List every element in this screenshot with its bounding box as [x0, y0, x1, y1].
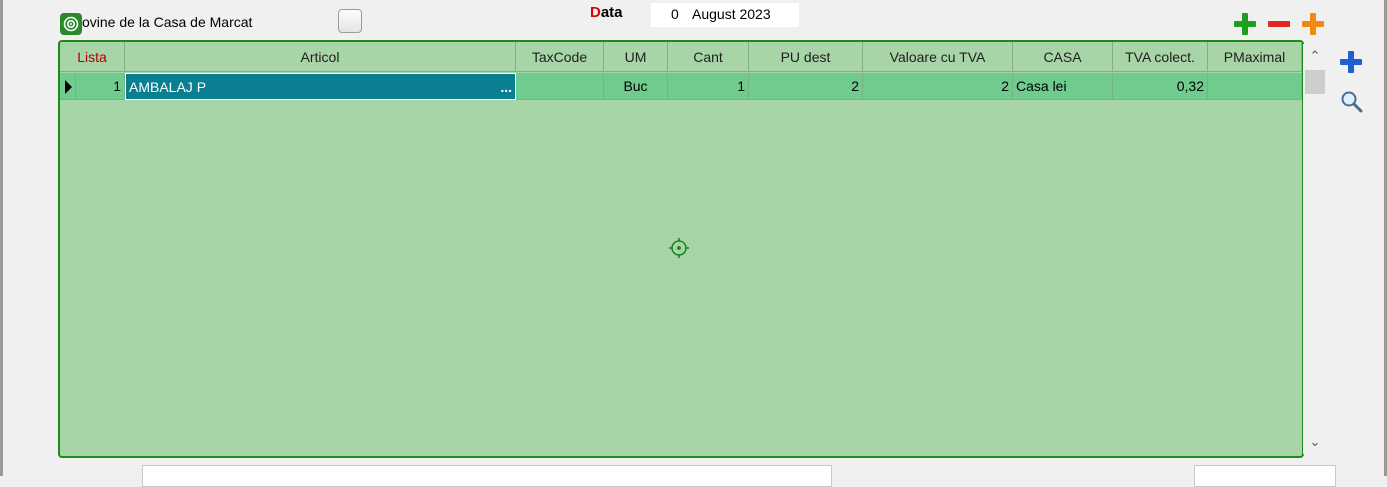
col-um[interactable]: UM: [604, 42, 668, 72]
grid-scrollbar[interactable]: ⌃ ⌄: [1303, 44, 1327, 454]
col-casa[interactable]: CASA: [1013, 42, 1113, 72]
col-taxcode[interactable]: TaxCode: [516, 42, 604, 72]
scroll-thumb[interactable]: [1305, 70, 1325, 94]
articol-lookup-button[interactable]: ...: [500, 74, 512, 99]
casa-marcat-label: Provine de la Casa de Marcat: [68, 14, 253, 30]
cell-lista[interactable]: 1: [76, 73, 125, 100]
cell-casa[interactable]: Casa lei: [1013, 73, 1113, 100]
casa-marcat-checkbox[interactable]: [338, 9, 362, 33]
total-field[interactable]: [1194, 465, 1336, 487]
cell-articol[interactable]: AMBALAJ P ...: [125, 73, 516, 100]
add-row-icon[interactable]: [1234, 13, 1256, 35]
col-tva-colect[interactable]: TVA colect.: [1113, 42, 1208, 72]
cell-articol-text: AMBALAJ P: [129, 79, 207, 95]
scroll-down-icon[interactable]: ⌄: [1303, 430, 1327, 454]
row-indicator-icon: [60, 73, 76, 100]
cell-taxcode[interactable]: [516, 73, 604, 100]
insert-row-icon[interactable]: [1302, 13, 1324, 35]
cell-pu-dest[interactable]: 2: [749, 73, 863, 100]
col-lista[interactable]: Lista: [60, 42, 125, 72]
remove-row-icon[interactable]: [1268, 13, 1290, 35]
cell-um[interactable]: Buc: [604, 73, 668, 100]
table-row[interactable]: 1 AMBALAJ P ... Buc 1 2 2 Casa lei 0,32: [60, 73, 1302, 100]
cell-cant[interactable]: 1: [668, 73, 749, 100]
magnifier-icon[interactable]: [1340, 90, 1364, 114]
col-articol[interactable]: Articol: [125, 42, 516, 72]
col-valoare[interactable]: Valoare cu TVA: [863, 42, 1013, 72]
col-pmaximal[interactable]: PMaximal: [1208, 42, 1302, 72]
date-day: 0: [671, 6, 679, 22]
side-add-icon[interactable]: [1340, 51, 1362, 73]
cell-pmaximal[interactable]: [1208, 73, 1302, 100]
date-month-year: August 2023: [692, 6, 771, 22]
focus-target-icon: [60, 13, 82, 35]
observatii-field[interactable]: [142, 465, 832, 487]
cell-tva-colect[interactable]: 0,32: [1113, 73, 1208, 100]
cell-valoare[interactable]: 2: [863, 73, 1013, 100]
col-cant[interactable]: Cant: [668, 42, 749, 72]
window-left-edge: [0, 0, 3, 476]
scroll-up-icon[interactable]: ⌃: [1303, 44, 1327, 68]
col-pu-dest[interactable]: PU dest: [749, 42, 863, 72]
crosshair-icon: [669, 238, 689, 258]
grid-header: Lista Articol TaxCode UM Cant PU dest Va…: [60, 42, 1302, 72]
date-label: Data: [590, 4, 623, 21]
